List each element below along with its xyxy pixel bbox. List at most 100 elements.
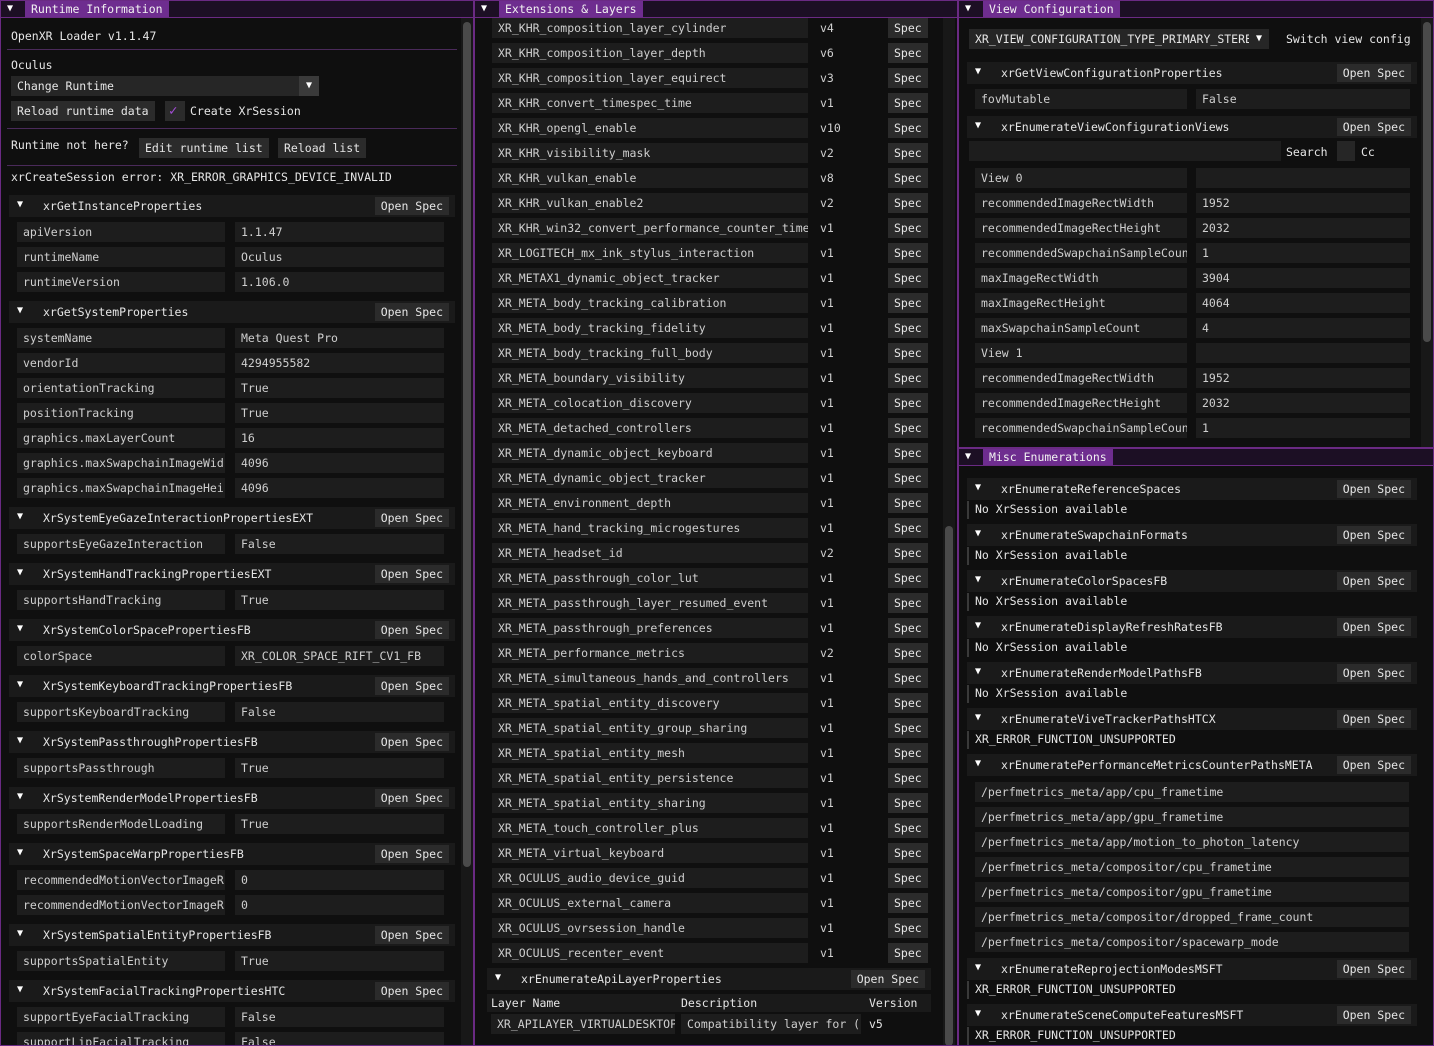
spec-button[interactable]: Spec <box>888 18 928 38</box>
section-header[interactable]: ▼ XrSystemRenderModelPropertiesFB Open Spe… <box>9 787 455 809</box>
open-spec-button[interactable]: Open Spec <box>374 733 449 751</box>
section-header[interactable]: ▼ xrEnumerateSwapchainFormats Open Spec <box>967 524 1417 546</box>
spec-button[interactable]: Spec <box>888 293 928 313</box>
reload-list-button[interactable]: Reload list <box>278 138 367 158</box>
open-spec-button[interactable]: Open Spec <box>374 982 449 1000</box>
open-spec-button[interactable]: Open Spec <box>374 565 449 583</box>
open-spec-button[interactable]: Open Spec <box>1336 710 1411 728</box>
spec-button[interactable]: Spec <box>888 918 928 938</box>
runtime-scrollbar[interactable] <box>461 18 473 1045</box>
open-spec-button[interactable]: Open Spec <box>1336 664 1411 682</box>
section-header[interactable]: ▼ XrSystemColorSpacePropertiesFB Open Spec <box>9 619 455 641</box>
spec-button[interactable]: Spec <box>888 68 928 88</box>
case-checkbox[interactable] <box>1337 141 1355 161</box>
section-header[interactable]: ▼ xrGetSystemProperties Open Spec <box>9 301 455 323</box>
open-spec-button[interactable]: Open Spec <box>374 789 449 807</box>
open-spec-button[interactable]: Open Spec <box>374 926 449 944</box>
spec-button[interactable]: Spec <box>888 668 928 688</box>
view-configs-header[interactable]: ▼ xrEnumerateViewConfigurationViews Open… <box>967 116 1417 138</box>
view-scrollbar[interactable] <box>1421 18 1433 447</box>
spec-button[interactable]: Spec <box>888 493 928 513</box>
section-header[interactable]: ▼ XrSystemEyeGazeInteractionPropertiesEXT… <box>9 507 455 529</box>
scroll-thumb[interactable] <box>945 526 953 1045</box>
section-header[interactable]: ▼ XrSystemSpatialEntityPropertiesFB Open S… <box>9 924 455 946</box>
collapse-arrow-icon[interactable]: ▼ <box>7 3 13 14</box>
section-header[interactable]: ▼ xrEnumerateViveTrackerPathsHTCX Open Spe… <box>967 708 1417 730</box>
collapse-arrow-icon[interactable]: ▼ <box>481 3 487 14</box>
section-header[interactable]: ▼ xrEnumerateReprojectionModesMSFT Open Sp… <box>967 958 1417 980</box>
open-spec-button[interactable]: Open Spec <box>374 677 449 695</box>
spec-button[interactable]: Spec <box>888 543 928 563</box>
open-spec-button[interactable]: Open Spec <box>1336 756 1411 774</box>
section-header[interactable]: ▼ xrEnumerateColorSpacesFB Open Spec <box>967 570 1417 592</box>
spec-button[interactable]: Spec <box>888 243 928 263</box>
open-spec-button[interactable]: Open Spec <box>1336 618 1411 636</box>
view-titlebar[interactable]: ▼ View Configuration <box>959 1 1433 18</box>
open-spec-button[interactable]: Open Spec <box>1336 526 1411 544</box>
open-spec-button[interactable]: Open Spec <box>374 509 449 527</box>
section-header[interactable]: ▼ XrSystemFacialTrackingPropertiesHTC Open… <box>9 980 455 1002</box>
open-spec-button[interactable]: Open Spec <box>374 621 449 639</box>
section-header[interactable]: ▼ xrEnumerateDisplayRefreshRatesFB Open Sp… <box>967 616 1417 638</box>
spec-button[interactable]: Spec <box>888 143 928 163</box>
misc-titlebar[interactable]: ▼ Misc Enumerations <box>959 449 1433 466</box>
section-header[interactable]: ▼ xrEnumerateRenderModelPathsFB Open Spec <box>967 662 1417 684</box>
spec-button[interactable]: Spec <box>888 393 928 413</box>
open-spec-button[interactable]: Open Spec <box>850 970 925 988</box>
extensions-scrollbar[interactable] <box>943 18 955 1045</box>
open-spec-button[interactable]: Open Spec <box>374 845 449 863</box>
open-spec-button[interactable]: Open Spec <box>1336 64 1411 82</box>
change-runtime-combo[interactable]: Change Runtime ▼ <box>11 76 319 96</box>
section-header[interactable]: ▼ xrEnumerateReferenceSpaces Open Spec <box>967 478 1417 500</box>
spec-button[interactable]: Spec <box>888 768 928 788</box>
open-spec-button[interactable]: Open Spec <box>1336 572 1411 590</box>
view-config-combo[interactable]: XR_VIEW_CONFIGURATION_TYPE_PRIMARY_STERE… <box>969 29 1269 49</box>
open-spec-button[interactable]: Open Spec <box>374 197 449 215</box>
scroll-thumb[interactable] <box>463 22 471 867</box>
section-header[interactable]: ▼ XrSystemHandTrackingPropertiesEXT Open S… <box>9 563 455 585</box>
runtime-titlebar[interactable]: ▼ Runtime Information <box>1 1 473 18</box>
section-header[interactable]: ▼ XrSystemKeyboardTrackingPropertiesFB Ope… <box>9 675 455 697</box>
spec-button[interactable]: Spec <box>888 218 928 238</box>
spec-button[interactable]: Spec <box>888 743 928 763</box>
spec-button[interactable]: Spec <box>888 618 928 638</box>
spec-button[interactable]: Spec <box>888 818 928 838</box>
section-header[interactable]: ▼ XrSystemPassthroughPropertiesFB Open Spe… <box>9 731 455 753</box>
api-layer-header[interactable]: ▼ xrEnumerateApiLayerProperties Open Spe… <box>487 968 931 990</box>
spec-button[interactable]: Spec <box>888 593 928 613</box>
section-header[interactable]: ▼ xrEnumeratePerformanceMetricsCounterPat… <box>967 754 1417 776</box>
spec-button[interactable]: Spec <box>888 418 928 438</box>
open-spec-button[interactable]: Open Spec <box>1336 480 1411 498</box>
section-header[interactable]: ▼ xrGetInstanceProperties Open Spec <box>9 195 455 217</box>
reload-runtime-button[interactable]: Reload runtime data <box>11 101 155 121</box>
open-spec-button[interactable]: Open Spec <box>1336 1006 1411 1024</box>
search-input[interactable] <box>969 141 1281 161</box>
spec-button[interactable]: Spec <box>888 568 928 588</box>
view-props-header[interactable]: ▼ xrGetViewConfigurationProperties Open … <box>967 62 1417 84</box>
collapse-arrow-icon[interactable]: ▼ <box>965 3 971 14</box>
spec-button[interactable]: Spec <box>888 868 928 888</box>
spec-button[interactable]: Spec <box>888 943 928 963</box>
spec-button[interactable]: Spec <box>888 693 928 713</box>
spec-button[interactable]: Spec <box>888 468 928 488</box>
collapse-arrow-icon[interactable]: ▼ <box>965 451 971 462</box>
scroll-thumb[interactable] <box>1423 22 1431 342</box>
spec-button[interactable]: Spec <box>888 343 928 363</box>
spec-button[interactable]: Spec <box>888 93 928 113</box>
spec-button[interactable]: Spec <box>888 268 928 288</box>
extensions-titlebar[interactable]: ▼ Extensions & Layers <box>475 1 957 18</box>
section-header[interactable]: ▼ XrSystemSpaceWarpPropertiesFB Open Spec <box>9 843 455 865</box>
create-session-checkbox[interactable]: ✓ <box>165 101 185 121</box>
section-header[interactable]: ▼ xrEnumerateSceneComputeFeaturesMSFT Open… <box>967 1004 1417 1026</box>
spec-button[interactable]: Spec <box>888 893 928 913</box>
spec-button[interactable]: Spec <box>888 443 928 463</box>
edit-runtime-list-button[interactable]: Edit runtime list <box>139 138 269 158</box>
spec-button[interactable]: Spec <box>888 193 928 213</box>
spec-button[interactable]: Spec <box>888 718 928 738</box>
spec-button[interactable]: Spec <box>888 43 928 63</box>
spec-button[interactable]: Spec <box>888 168 928 188</box>
spec-button[interactable]: Spec <box>888 843 928 863</box>
spec-button[interactable]: Spec <box>888 318 928 338</box>
open-spec-button[interactable]: Open Spec <box>1336 118 1411 136</box>
spec-button[interactable]: Spec <box>888 118 928 138</box>
